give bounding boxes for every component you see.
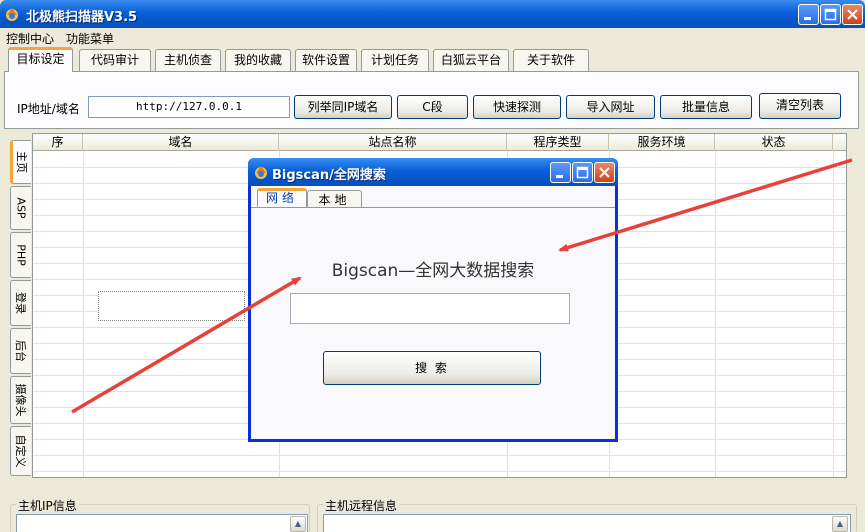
- grid-col-line: [83, 151, 84, 477]
- menu-control-center[interactable]: 控制中心: [6, 30, 54, 47]
- dialog-tab-network[interactable]: 网络: [257, 188, 307, 208]
- grid-row-line: [33, 455, 846, 456]
- menu-bar: 控制中心 功能菜单: [0, 28, 865, 47]
- tab-host-recon[interactable]: 主机侦查: [155, 49, 221, 71]
- scroll-up-icon[interactable]: ▲: [290, 516, 306, 532]
- side-tab-backend-label: 后台: [14, 340, 27, 362]
- dialog-tab-local[interactable]: 本地: [307, 190, 362, 208]
- grid-row-line: [33, 471, 846, 472]
- tab-whitefox-cloud[interactable]: 白狐云平台: [433, 49, 509, 71]
- tab-favorites[interactable]: 我的收藏: [225, 49, 291, 71]
- side-tab-camera-label: 摄像头: [14, 383, 27, 417]
- tab-target-setting[interactable]: 目标设定: [8, 47, 73, 72]
- table-header: 序 域名 站点名称 程序类型 服务环境 状态: [33, 134, 846, 151]
- grid-col-line: [833, 151, 834, 477]
- dialog-minimize-button[interactable]: [550, 162, 571, 183]
- side-tab-asp[interactable]: ASP: [10, 186, 31, 230]
- tab-code-audit[interactable]: 代码审计: [79, 49, 151, 71]
- focused-cell[interactable]: [98, 291, 245, 321]
- side-tab-backend[interactable]: 后台: [10, 328, 31, 374]
- dialog-heading: Bigscan—全网大数据搜索: [331, 261, 535, 281]
- tab-software-settings[interactable]: 软件设置: [295, 49, 357, 71]
- side-tab-asp-label: ASP: [14, 197, 28, 219]
- col-site-name[interactable]: 站点名称: [279, 134, 507, 151]
- tab-about[interactable]: 关于软件: [513, 49, 589, 71]
- window-title: 北极熊扫描器V3.5: [26, 10, 138, 25]
- dialog-tab-divider: [251, 207, 615, 208]
- quick-probe-button[interactable]: 快速探测: [473, 95, 561, 119]
- close-button[interactable]: [842, 4, 863, 25]
- side-tab-custom-label: 自定义: [14, 434, 27, 468]
- dialog-search-button[interactable]: 搜 索: [323, 351, 541, 385]
- col-program-type[interactable]: 程序类型: [507, 134, 609, 151]
- col-status[interactable]: 状态: [715, 134, 833, 151]
- dialog-maximize-button[interactable]: [572, 162, 593, 183]
- side-tab-php[interactable]: PHP: [10, 232, 31, 278]
- col-server-env[interactable]: 服务环境: [609, 134, 715, 151]
- batch-info-button[interactable]: 批量信息: [660, 95, 752, 119]
- side-tab-login-label: 登录: [14, 292, 27, 314]
- dialog-body: 网络 本地 Bigscan—全网大数据搜索 搜 索: [251, 186, 615, 439]
- side-tab-custom[interactable]: 自定义: [10, 426, 31, 476]
- side-tab-home-label: 主页: [15, 151, 28, 173]
- menu-functions[interactable]: 功能菜单: [66, 30, 114, 47]
- grid-col-line: [715, 151, 716, 477]
- minimize-button[interactable]: [798, 4, 819, 25]
- dialog-title: Bigscan/全网搜索: [272, 168, 386, 183]
- side-tab-login[interactable]: 登录: [10, 280, 31, 326]
- title-bar[interactable]: 北极熊扫描器V3.5: [0, 0, 865, 28]
- col-index[interactable]: 序: [33, 134, 83, 151]
- ip-domain-input[interactable]: http://127.0.0.1: [88, 96, 290, 118]
- ip-domain-label: IP地址/域名: [17, 102, 80, 116]
- app-icon: [4, 6, 20, 22]
- c-segment-button[interactable]: C段: [397, 95, 468, 119]
- dialog-close-button[interactable]: [594, 162, 615, 183]
- side-tab-camera[interactable]: 摄像头: [10, 376, 31, 424]
- clear-list-button[interactable]: 清空列表: [759, 93, 841, 119]
- side-tab-home[interactable]: 主页: [10, 140, 31, 184]
- host-ip-info-textarea[interactable]: [16, 514, 308, 532]
- maximize-button[interactable]: [820, 4, 841, 25]
- tab-scheduled-tasks[interactable]: 计划任务: [361, 49, 429, 71]
- dialog-title-bar[interactable]: Bigscan/全网搜索: [248, 158, 618, 186]
- scroll-up-icon[interactable]: ▲: [832, 516, 848, 532]
- dialog-app-icon: [253, 164, 269, 180]
- host-remote-info-title: 主机远程信息: [323, 497, 400, 514]
- col-domain[interactable]: 域名: [83, 134, 279, 151]
- list-same-ip-button[interactable]: 列举同IP域名: [294, 95, 392, 119]
- import-url-button[interactable]: 导入网址: [566, 95, 655, 119]
- bigscan-dialog: Bigscan/全网搜索 网络 本地 Bigscan—全网大数据搜索 搜 索: [248, 158, 618, 442]
- dialog-search-input[interactable]: [290, 293, 570, 324]
- host-remote-info-textarea[interactable]: [323, 514, 851, 532]
- side-tab-php-label: PHP: [14, 244, 28, 266]
- right-scroll-area: [849, 133, 863, 478]
- host-ip-info-title: 主机IP信息: [16, 497, 79, 514]
